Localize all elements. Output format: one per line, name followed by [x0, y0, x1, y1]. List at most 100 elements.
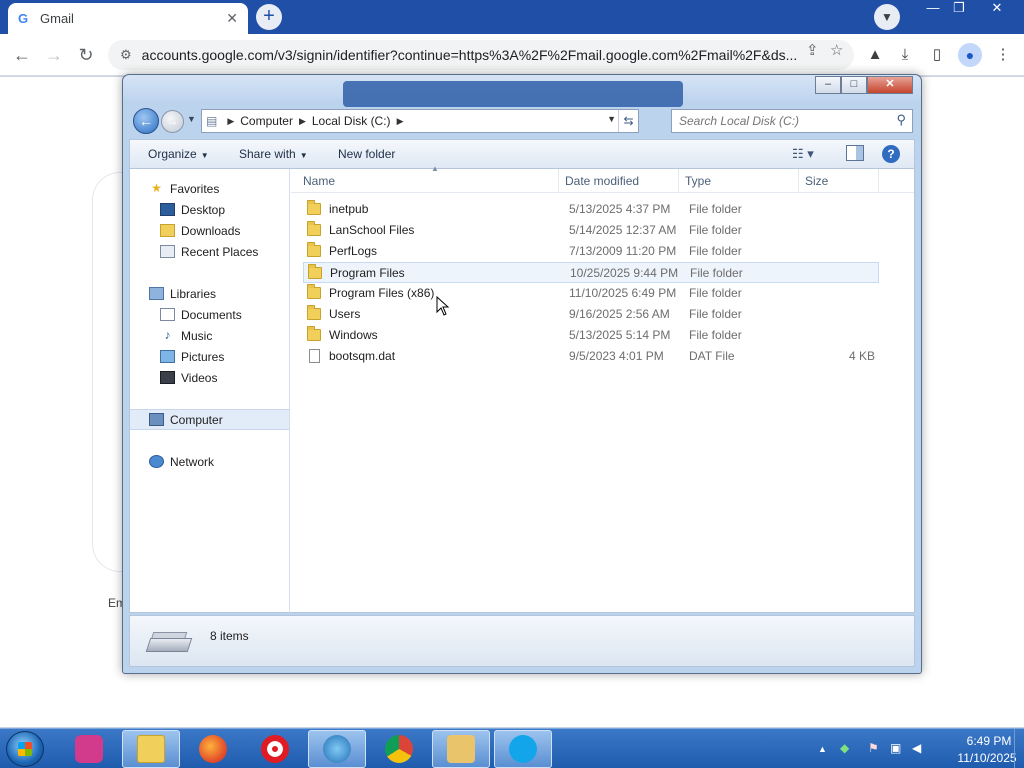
bookmark-star-icon[interactable]: ☆: [830, 41, 843, 59]
tray-app-icon[interactable]: ◆: [840, 741, 849, 755]
nav-item-videos[interactable]: Videos: [130, 367, 289, 388]
breadcrumb-local-disk[interactable]: Local Disk (C:): [312, 114, 391, 128]
forward-arrow-icon[interactable]: →: [42, 43, 66, 67]
nav-libraries[interactable]: Libraries: [130, 283, 289, 304]
nav-label: Downloads: [181, 223, 241, 238]
tab-search-button[interactable]: ▼: [874, 4, 900, 30]
explorer-titlebar[interactable]: – □ ✕: [123, 75, 921, 107]
browser-close-button[interactable]: ✕: [984, 0, 1010, 18]
google-icon: G: [18, 11, 29, 26]
nav-item-music[interactable]: ♪ Music: [130, 325, 289, 346]
file-row[interactable]: Program Files (x86) 11/10/2025 6:49 PM Fil…: [303, 283, 879, 304]
clock-time[interactable]: 6:49 PM: [964, 734, 1014, 748]
taskbar-app-explorer[interactable]: [122, 730, 180, 768]
browser-tab-gmail[interactable]: G Gmail ✕: [8, 3, 248, 34]
download-icon[interactable]: ⤓: [894, 44, 916, 66]
browser-toolbar: ← → ↻ ⚙ accounts.google.com/v3/signin/id…: [0, 34, 1024, 76]
browser-maximize-button[interactable]: ❐: [948, 0, 970, 18]
volume-icon[interactable]: ◀: [912, 741, 921, 755]
taskbar-app-skype[interactable]: [494, 730, 552, 768]
nav-item-desktop[interactable]: Desktop: [130, 199, 289, 220]
file-row[interactable]: PerfLogs 7/13/2009 11:20 PM File folder: [303, 241, 879, 262]
taskbar-app-opera[interactable]: [246, 730, 304, 768]
nav-item-documents[interactable]: Documents: [130, 304, 289, 325]
share-with-button[interactable]: Share with ▼: [239, 147, 308, 161]
nav-label: Computer: [170, 412, 223, 427]
browser-minimize-button[interactable]: —: [922, 0, 944, 18]
search-input[interactable]: [679, 114, 879, 128]
explorer-address-bar[interactable]: ▤ ▶ Computer ▶ Local Disk (C:) ▶ ▼ ⇆: [201, 109, 639, 133]
taskbar-app-network-tool[interactable]: [308, 730, 366, 768]
file-type: File folder: [689, 286, 742, 300]
folder-icon: [307, 242, 321, 257]
file-row[interactable]: Users 9/16/2025 2:56 AM File folder: [303, 304, 879, 325]
explorer-search[interactable]: ⚲: [671, 109, 913, 133]
chevron-right-icon[interactable]: ▶: [397, 116, 404, 127]
star-icon: ★: [151, 181, 162, 195]
close-button[interactable]: ✕: [867, 76, 913, 94]
profile-avatar[interactable]: ●: [958, 43, 982, 67]
chevron-right-icon[interactable]: ▶: [227, 116, 234, 127]
search-icon[interactable]: ⚲: [896, 112, 906, 128]
music-icon: ♪: [164, 328, 171, 342]
new-tab-button[interactable]: +: [256, 4, 282, 30]
file-row[interactable]: Program Files 10/25/2025 9:44 PM File fold…: [303, 262, 879, 283]
change-view-icon[interactable]: ☷ ▾: [792, 146, 814, 162]
column-header-type[interactable]: Type: [679, 169, 799, 193]
column-header-size[interactable]: Size: [799, 169, 879, 193]
clock-date[interactable]: 11/10/2025: [954, 751, 1020, 765]
url-text[interactable]: accounts.google.com/v3/signin/identifier…: [142, 47, 798, 63]
refresh-icon[interactable]: ⇆: [618, 110, 638, 132]
maximize-button[interactable]: □: [841, 76, 867, 94]
taskbar-app-chrome[interactable]: [370, 730, 428, 768]
nav-item-pictures[interactable]: Pictures: [130, 346, 289, 367]
network-status-icon[interactable]: ▣: [890, 741, 901, 755]
address-dropdown-icon[interactable]: ▼: [607, 114, 616, 124]
file-row[interactable]: LanSchool Files 5/14/2025 12:37 AM File fo…: [303, 220, 879, 241]
show-hidden-icons-icon[interactable]: ▲: [818, 744, 827, 754]
file-row[interactable]: bootsqm.dat 9/5/2023 4:01 PM DAT File 4 KB: [303, 346, 879, 367]
back-button[interactable]: ←: [133, 108, 159, 134]
organize-button[interactable]: Organize ▼: [148, 147, 209, 161]
column-header-name[interactable]: Name: [297, 169, 559, 193]
videos-icon: [160, 371, 175, 384]
nav-item-downloads[interactable]: Downloads: [130, 220, 289, 241]
file-row[interactable]: inetpub 5/13/2025 4:37 PM File folder: [303, 199, 879, 220]
back-arrow-icon[interactable]: ←: [10, 43, 34, 67]
side-panel-icon[interactable]: ▯: [926, 44, 948, 66]
show-desktop-button[interactable]: [1014, 729, 1024, 768]
minimize-button[interactable]: –: [815, 76, 841, 94]
share-icon[interactable]: ⇪: [806, 41, 819, 59]
reload-icon[interactable]: ↻: [74, 43, 98, 67]
nav-label: Videos: [181, 370, 218, 385]
chevron-right-icon[interactable]: ▶: [299, 116, 306, 127]
nav-computer[interactable]: Computer: [130, 409, 289, 430]
forward-button[interactable]: →: [161, 110, 184, 133]
taskbar-app-firefox[interactable]: [184, 730, 242, 768]
action-center-icon[interactable]: ⚑: [868, 741, 879, 755]
network-icon: [149, 455, 164, 468]
breadcrumb-computer[interactable]: Computer: [240, 114, 293, 128]
nav-network[interactable]: Network: [130, 451, 289, 472]
nav-label: Documents: [181, 307, 242, 322]
file-row[interactable]: Windows 5/13/2025 5:14 PM File folder: [303, 325, 879, 346]
share-with-label: Share with: [239, 147, 296, 161]
close-tab-icon[interactable]: ✕: [226, 10, 238, 27]
taskbar-app-installer[interactable]: [432, 730, 490, 768]
address-bar[interactable]: ⚙ accounts.google.com/v3/signin/identifi…: [108, 40, 854, 70]
start-button[interactable]: [6, 731, 44, 767]
preview-pane-icon[interactable]: [846, 145, 864, 161]
chevron-down-icon: ▼: [200, 151, 209, 160]
site-info-icon[interactable]: ⚙: [120, 47, 132, 63]
new-folder-button[interactable]: New folder: [338, 147, 395, 161]
recent-pages-dropdown[interactable]: ▼: [187, 114, 196, 124]
lanschool-icon: [75, 735, 103, 763]
column-header-date[interactable]: Date modified: [559, 169, 679, 193]
nav-item-recent-places[interactable]: Recent Places: [130, 241, 289, 262]
extensions-icon[interactable]: ▲: [864, 44, 886, 66]
taskbar-app-lanschool[interactable]: [60, 730, 118, 768]
menu-dots-icon[interactable]: ⋮: [992, 44, 1014, 66]
help-icon[interactable]: ?: [882, 145, 900, 163]
nav-favorites[interactable]: ★ Favorites: [130, 178, 289, 199]
file-name: PerfLogs: [329, 244, 378, 258]
